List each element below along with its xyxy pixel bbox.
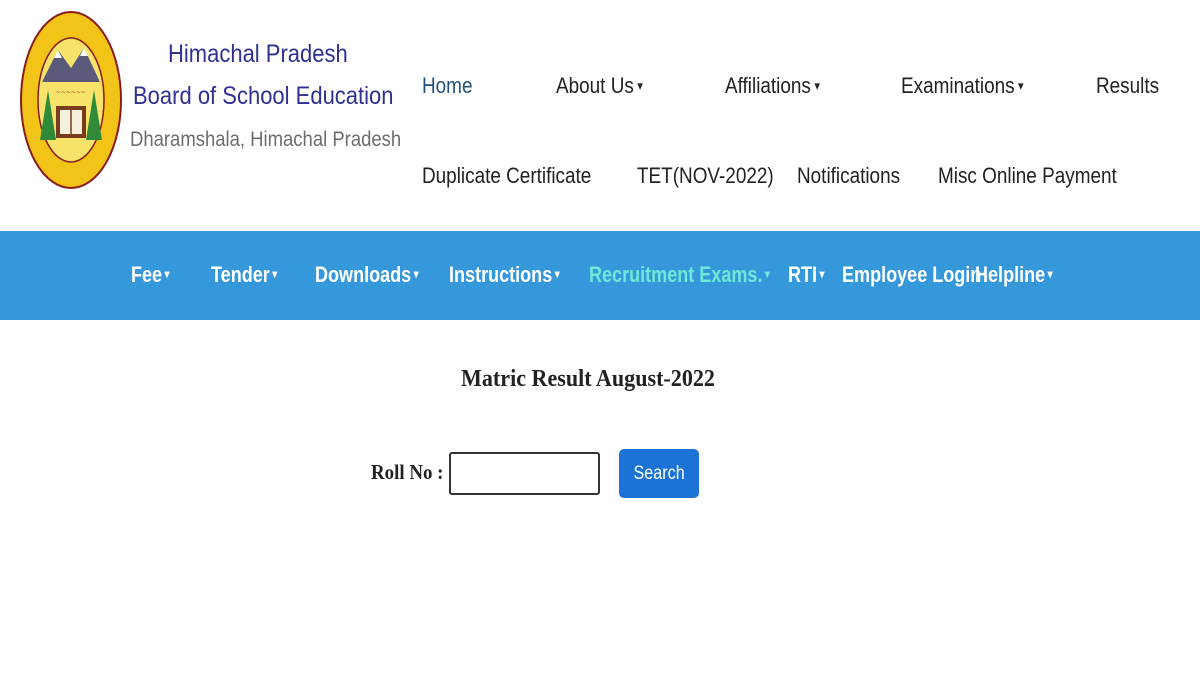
chevron-down-icon: ▾ [554,267,560,281]
nav-tet-label: TET(NOV-2022) [637,163,774,188]
chevron-down-icon: ▾ [819,267,825,281]
roll-number-input[interactable] [449,452,600,495]
menu-rti-label: RTI [788,262,818,287]
menu-downloads[interactable]: Downloads ▾ [315,262,419,288]
menu-fee-label: Fee [131,262,163,287]
chevron-down-icon: ▾ [814,78,820,93]
menu-employee-login-label: Employee Login [842,262,982,287]
svg-text:~~~~~~: ~~~~~~ [56,89,86,96]
page-title: Matric Result August-2022 [461,366,715,392]
menu-rti[interactable]: RTI ▾ [788,262,824,288]
brand-title: Himachal Pradesh [168,40,348,68]
search-button[interactable]: Search [619,449,699,498]
chevron-down-icon: ▾ [164,267,170,281]
menu-employee-login[interactable]: Employee Login [842,262,981,288]
chevron-down-icon: ▾ [637,78,643,93]
board-logo[interactable]: ~~~~~~ [20,10,122,190]
nav-misc-online-payment[interactable]: Misc Online Payment [938,163,1117,189]
brand-subtitle: Board of School Education [133,82,394,110]
main-menu-bar: Fee ▾ Tender ▾ Downloads ▾ Instructions ▾ Re… [0,231,1200,320]
nav-tet[interactable]: TET(NOV-2022) [637,163,774,189]
nav-results[interactable]: Results [1096,73,1159,99]
nav-about-us-label: About Us [556,73,634,98]
menu-recruitment-exams[interactable]: Recruitment Exams. ▾ [589,262,770,288]
nav-affiliations[interactable]: Affiliations ▾ [725,73,820,99]
menu-instructions[interactable]: Instructions ▾ [449,262,560,288]
chevron-down-icon: ▾ [1018,78,1024,93]
nav-examinations-label: Examinations [901,73,1015,98]
chevron-down-icon: ▾ [413,267,419,281]
menu-recruitment-exams-label: Recruitment Exams. [589,262,763,287]
site-header: ~~~~~~ Himachal Pradesh Board of School … [0,0,1200,231]
nav-affiliations-label: Affiliations [725,73,811,98]
nav-duplicate-certificate-label: Duplicate Certificate [422,163,592,188]
menu-instructions-label: Instructions [449,262,553,287]
nav-notifications-label: Notifications [797,163,901,188]
menu-tender-label: Tender [211,262,270,287]
roll-number-label: Roll No : [371,460,444,484]
search-button-label: Search [633,462,685,484]
menu-tender[interactable]: Tender ▾ [211,262,277,288]
menu-helpline[interactable]: Helpline ▾ [975,262,1053,288]
nav-home[interactable]: Home [422,73,472,99]
nav-results-label: Results [1096,73,1160,98]
nav-about-us[interactable]: About Us ▾ [556,73,643,99]
menu-downloads-label: Downloads [315,262,412,287]
nav-home-label: Home [422,73,473,98]
nav-duplicate-certificate[interactable]: Duplicate Certificate [422,163,591,189]
chevron-down-icon: ▾ [1047,267,1053,281]
brand-location: Dharamshala, Himachal Pradesh [130,128,402,151]
menu-fee[interactable]: Fee ▾ [131,262,170,288]
chevron-down-icon: ▾ [764,267,770,281]
nav-notifications[interactable]: Notifications [797,163,900,189]
chevron-down-icon: ▾ [272,267,278,281]
menu-helpline-label: Helpline [975,262,1046,287]
nav-examinations[interactable]: Examinations ▾ [901,73,1024,99]
nav-misc-online-payment-label: Misc Online Payment [938,163,1117,188]
